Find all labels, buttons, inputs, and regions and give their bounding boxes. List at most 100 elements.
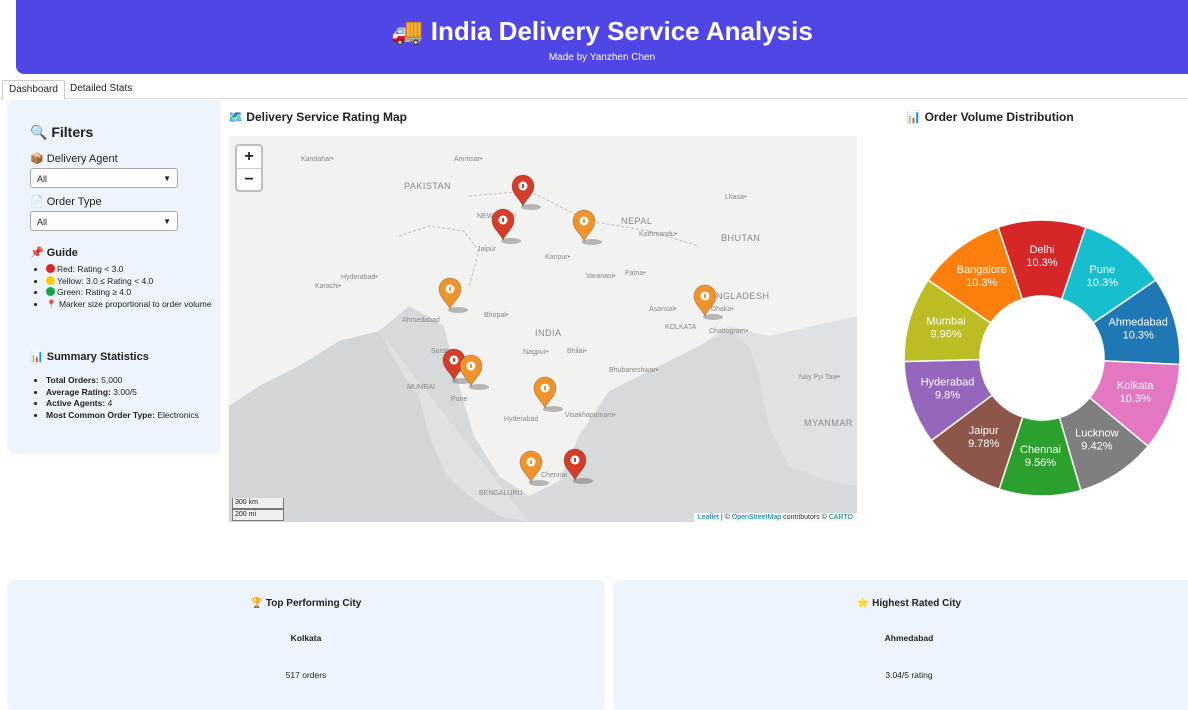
pie-slice-label: Hyderabad (921, 377, 975, 389)
map-label: PAKISTAN (404, 181, 452, 191)
list-item: Red: Rating < 3.0 (46, 264, 216, 276)
chevron-down-icon: ▼ (163, 217, 171, 226)
pie-slice-value: 10.3% (1087, 277, 1118, 289)
map-label: MYANMAR (804, 418, 853, 428)
tab-bar: Dashboard Detailed Stats (0, 80, 1188, 100)
green-dot-icon (46, 287, 55, 296)
map-label: Surat• (431, 348, 451, 355)
tab-detailed-stats[interactable]: Detailed Stats (64, 80, 138, 98)
map-label: Karachi• (315, 283, 342, 290)
pin-icon: 📍 (46, 298, 57, 309)
list-item: 📍 Marker size proportional to order volu… (46, 299, 216, 311)
pie-slice-value: 10.3% (966, 277, 997, 289)
delivery-agent-label: 📦 Delivery Agent (30, 153, 118, 165)
pie-slice-value: 9.56% (1025, 457, 1056, 469)
card-value: Ahmedabad (884, 633, 934, 643)
map-label: Patna• (625, 270, 646, 277)
pie-slice-label: Bangalore (957, 264, 1007, 276)
rating-map[interactable]: Kandahar• Amritsar• PAKISTAN NEW DELHI J… (229, 136, 857, 522)
map-label: NEPAL (621, 216, 653, 226)
list-item: Total Orders: 5,000 (46, 375, 226, 387)
map-label: Pune (451, 396, 468, 403)
map-label: Bhubaneshwar• (609, 367, 659, 374)
page-subtitle: Made by Yanzhen Chen (548, 52, 656, 63)
filters-sidebar: 🔍 Filters 📦 Delivery Agent All ▼ 📄 Order… (8, 100, 220, 452)
zoom-out-button[interactable]: − (237, 169, 261, 191)
map-label: Lhasa• (725, 194, 747, 201)
order-type-select[interactable]: All ▼ (30, 211, 178, 231)
delivery-agent-select[interactable]: All ▼ (30, 168, 178, 188)
list-item: Most Common Order Type: Electronics (46, 410, 226, 422)
delivery-agent-value: All (37, 174, 48, 184)
yellow-dot-icon (46, 275, 55, 285)
pie-slice-label: Chennai (1020, 444, 1061, 456)
guide-heading: 📌 Guide (30, 247, 78, 259)
red-dot-icon (46, 264, 55, 273)
pie-slice-value: 9.96% (931, 329, 962, 341)
osm-link[interactable]: OpenStreetMap (732, 514, 781, 521)
zoom-in-button[interactable]: + (237, 146, 261, 169)
map-label: Kathmandu• (639, 231, 678, 238)
map-label: Varanasi• (586, 273, 616, 280)
list-item: Active Agents: 4 (46, 398, 226, 410)
map-label: Kandahar• (301, 156, 334, 163)
pie-slice-label: Kolkata (1117, 380, 1155, 392)
tab-dashboard[interactable]: Dashboard (2, 80, 65, 100)
app-header: 🚚 India Delivery Service Analysis Made b… (16, 0, 1188, 74)
map-label: Bhopal• (484, 312, 509, 319)
map-label: Asansol• (649, 306, 677, 313)
pie-slice-label: Ahmedabad (1109, 317, 1168, 329)
list-item: Yellow: 3.0 ≤ Rating < 4.0 (46, 275, 216, 288)
map-label: Kanpur• (545, 254, 571, 261)
map-label: Visakhapatnam• (565, 412, 616, 419)
pie-slice-label: Mumbai (927, 316, 966, 328)
order-volume-donut-chart: Delhi10.3%Pune10.3%Ahmedabad10.3%Kolkata… (903, 219, 1181, 497)
pie-slice-label: Lucknow (1075, 428, 1118, 440)
map-label: BHUTAN (721, 233, 761, 243)
carto-link[interactable]: CARTO (829, 514, 853, 521)
leaflet-link[interactable]: Leaflet (698, 514, 719, 521)
top-city-card: 🏆 Top Performing City Kolkata 517 orders (8, 580, 604, 710)
map-label: INDIA (535, 328, 562, 338)
guide-list: Red: Rating < 3.0 Yellow: 3.0 ≤ Rating <… (24, 264, 216, 310)
map-label: Ahmedabad (402, 317, 440, 324)
list-item: Green: Rating ≥ 4.0 (46, 287, 216, 299)
scale-mi: 200 mi (232, 509, 284, 521)
map-label: Nagpur• (523, 349, 549, 356)
map-label: Nay Pyi Taw• (799, 374, 840, 381)
order-type-value: All (37, 217, 48, 227)
pie-slice-value: 9.78% (968, 438, 999, 450)
map-label: NEW DELHI (477, 213, 516, 220)
page-title: 🚚 India Delivery Service Analysis (391, 16, 813, 46)
map-label: Chattogram• (709, 328, 749, 335)
map-label: Jaipur (477, 246, 497, 253)
card-subtext: 3.04/5 rating (885, 670, 933, 680)
map-label: Hyderabad (504, 416, 539, 423)
card-title: ⭐ Highest Rated City (856, 598, 962, 609)
map-label: Dhaka• (711, 306, 734, 313)
pie-slice-value: 9.42% (1081, 441, 1112, 453)
map-label: Amritsar• (454, 156, 483, 163)
highest-rated-card: ⭐ Highest Rated City Ahmedabad 3.04/5 ra… (614, 580, 1188, 710)
map-attribution: Leaflet | © OpenStreetMap contributors ©… (693, 513, 857, 522)
filters-heading: 🔍 Filters (30, 124, 94, 140)
card-title: 🏆 Top Performing City (250, 598, 362, 609)
map-label: KOLKATA (665, 324, 697, 331)
map-label: Chennai (541, 472, 568, 479)
map-label: Hyderabad• (341, 274, 378, 281)
list-item: Average Rating: 3.00/5 (46, 387, 226, 399)
map-label: BANGLADESH (703, 291, 770, 301)
pie-slice-value: 9.8% (935, 390, 960, 402)
pie-title: 📊 Order Volume Distribution (906, 110, 1074, 124)
card-subtext: 517 orders (285, 670, 327, 680)
pie-slice-value: 10.3% (1120, 393, 1151, 405)
map-title: 🗺️ Delivery Service Rating Map (228, 110, 408, 124)
map-label: MUMBAI (407, 384, 435, 391)
pie-slice-label: Jaipur (969, 425, 999, 437)
scale-km: 300 km (232, 498, 284, 509)
order-type-label: 📄 Order Type (30, 196, 102, 208)
map-label: Bhilai• (567, 348, 587, 355)
zoom-control: + − (235, 144, 263, 192)
chevron-down-icon: ▼ (163, 174, 171, 183)
summary-list: Total Orders: 5,000 Average Rating: 3.00… (24, 375, 226, 421)
